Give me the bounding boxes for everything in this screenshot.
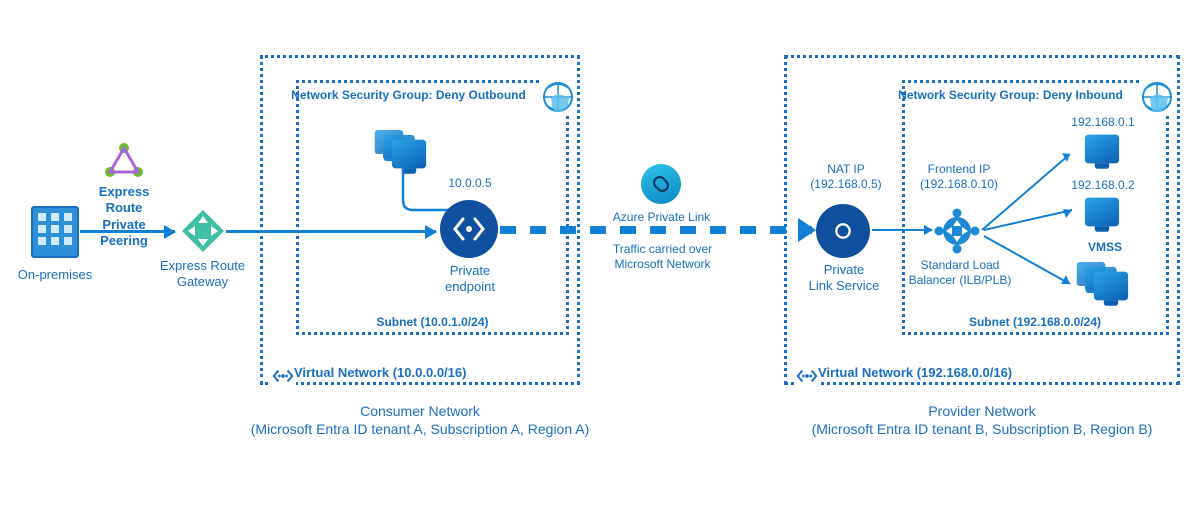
provider-footer: Provider Network (Microsoft Entra ID ten… xyxy=(782,403,1182,438)
consumer-footer: Consumer Network (Microsoft Entra ID ten… xyxy=(220,403,620,438)
vmss-stack-icon xyxy=(1072,258,1132,308)
nsg-shield-icon xyxy=(541,80,575,114)
azure-private-link-icon xyxy=(641,164,681,204)
load-balancer-icon xyxy=(934,208,980,254)
private-link-name: Azure Private Link xyxy=(599,210,724,225)
onpremises-building-icon xyxy=(30,204,80,260)
private-link-service-icon xyxy=(816,204,870,258)
vm2-icon xyxy=(1083,196,1121,228)
vm1-icon xyxy=(1083,133,1121,165)
private-endpoint-icon xyxy=(440,200,498,258)
express-route-gateway-icon xyxy=(180,208,226,254)
vm1-ip: 192.168.0.1 xyxy=(1058,115,1148,130)
consumer-subnet-label: Subnet (10.0.1.0/24) xyxy=(300,315,565,330)
consumer-vnet-label: Virtual Network (10.0.0.0/16) xyxy=(294,365,514,381)
vnet-icon xyxy=(794,363,820,394)
express-peering-label: Express Route Private Peering xyxy=(79,184,169,249)
pe-label: Private endpoint xyxy=(430,263,510,296)
consumer-nsg-label: Network Security Group: Deny Outbound xyxy=(271,88,546,103)
vnet-icon xyxy=(270,363,296,394)
provider-nsg-label: Network Security Group: Deny Inbound xyxy=(873,88,1148,103)
private-link-caption: Traffic carried over Microsoft Network xyxy=(600,242,725,272)
arrow-pls-to-lb xyxy=(872,229,932,231)
onpremises-label: On-premises xyxy=(0,267,110,283)
arrow-pe-to-pls-dashed xyxy=(500,226,812,234)
nat-ip-label: NAT IP (192.168.0.5) xyxy=(796,162,896,192)
arrow-lb-to-vm2 xyxy=(982,206,1080,236)
provider-vnet-label: Virtual Network (192.168.0.0/16) xyxy=(818,365,1078,381)
arrow-gateway-to-pe xyxy=(226,230,436,233)
express-route-peering-icon xyxy=(104,142,144,182)
pls-label: Private Link Service xyxy=(800,262,888,295)
express-gateway-label: Express Route Gateway xyxy=(155,258,250,291)
nsg-shield-icon xyxy=(1140,80,1174,114)
arrow-onprem-to-gateway xyxy=(80,230,175,233)
vmss-label: VMSS xyxy=(1070,240,1140,255)
provider-subnet-label: Subnet (192.168.0.0/24) xyxy=(905,315,1165,330)
arrow-lb-to-vmss xyxy=(982,234,1080,294)
